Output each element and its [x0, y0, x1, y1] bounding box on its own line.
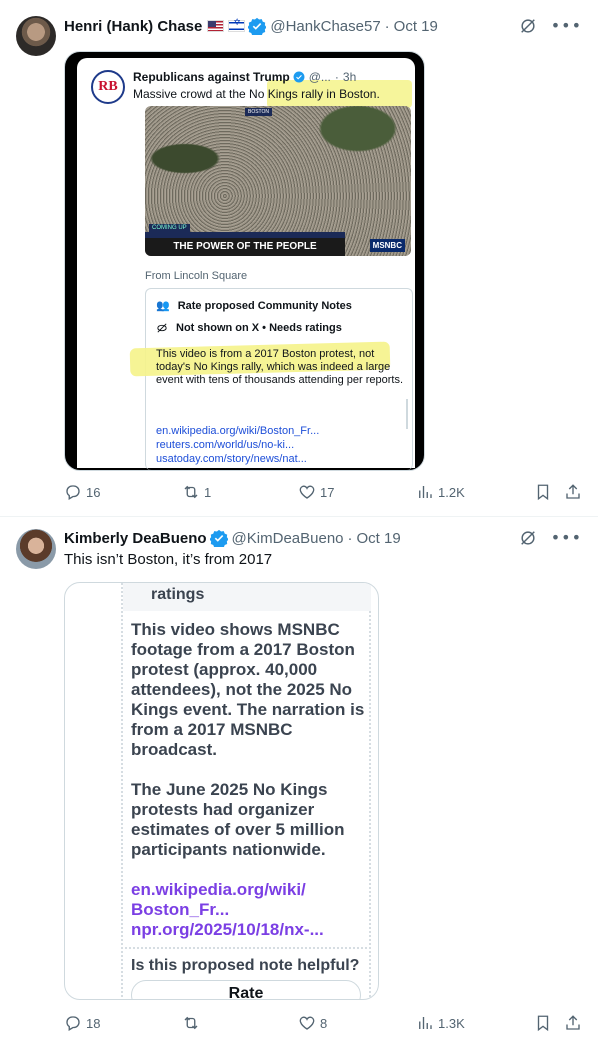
us-flag-icon [207, 20, 225, 32]
note-link: en.wikipedia.org/wiki/ [131, 880, 306, 899]
like-count: 8 [320, 1015, 328, 1031]
post-text: This isn’t Boston, it’s from 2017 [64, 551, 273, 568]
share-icon [566, 484, 580, 499]
reply-button[interactable]: 16 [64, 483, 100, 501]
post-hank-chase[interactable]: Henri (Hank) Chase @HankChase57 · Oct 19… [0, 0, 598, 517]
note-status-text: Not shown on X • Needs ratings [176, 322, 342, 334]
note-links: en.wikipedia.org/wiki/ Boston_Fr... npr.… [131, 880, 324, 940]
repost-count: 1 [204, 484, 212, 500]
views-button[interactable]: 1.2K [416, 483, 465, 501]
community-note-box: 👥 Rate proposed Community Notes Not show… [129, 288, 413, 470]
video-coming-up-label: COMING UP [149, 224, 190, 232]
video-location-label: BOSTON [245, 108, 273, 116]
crowd-video-frame: BOSTON COMING UP THE POWER OF THE PEOPLE… [145, 106, 411, 256]
author-handle[interactable]: @HankChase57 [270, 18, 380, 35]
author-name[interactable]: Henri (Hank) Chase [64, 18, 202, 35]
post-date[interactable]: Oct 19 [357, 530, 401, 547]
verified-badge-icon [248, 17, 267, 35]
helpful-question: Is this proposed note helpful? [131, 957, 360, 974]
more-options-icon[interactable]: ••• [551, 528, 582, 547]
post-media-image[interactable]: ratings This video shows MSNBC footage f… [64, 582, 379, 1000]
embedded-post-header: Republicans against Trump @... · 3h [133, 70, 357, 84]
note-paragraph: The June 2025 No Kings protests had orga… [131, 780, 345, 859]
note-link: Boston_Fr... [131, 900, 230, 919]
avatar[interactable] [16, 16, 56, 56]
reply-icon [66, 485, 80, 500]
bookmark-button[interactable] [534, 483, 552, 501]
share-button[interactable] [564, 483, 582, 501]
verified-badge-icon [293, 71, 305, 83]
author-name[interactable]: Kimberly DeaBueno [64, 530, 207, 547]
views-button[interactable]: 1.3K [416, 1014, 465, 1032]
note-links: en.wikipedia.org/wiki/Boston_Fr... reute… [156, 424, 319, 466]
note-title: 👥 Rate proposed Community Notes [156, 299, 352, 312]
reply-icon [66, 1016, 80, 1031]
embedded-post-time: 3h [342, 70, 357, 84]
verified-badge-icon [209, 529, 228, 547]
note-link: npr.org/2025/10/18/nx-... [131, 920, 324, 939]
separator-dot: · [384, 17, 390, 35]
reply-count: 16 [86, 484, 101, 500]
ratings-label: ratings [151, 586, 205, 603]
israel-flag-icon [228, 18, 246, 32]
post-date[interactable]: Oct 19 [394, 18, 438, 35]
bookmark-icon [537, 484, 549, 501]
note-status: Not shown on X • Needs ratings [156, 322, 342, 334]
republicans-against-trump-logo: RB [91, 70, 125, 104]
heart-icon [299, 1016, 315, 1030]
repost-button[interactable]: 1 [182, 483, 211, 501]
embedded-author-name: Republicans against Trump [133, 70, 290, 84]
note-body: This video shows MSNBC footage from a 20… [131, 620, 371, 860]
grok-icon[interactable] [519, 17, 537, 35]
note-paragraph: This video shows MSNBC footage from a 20… [131, 620, 365, 759]
share-icon [566, 1015, 580, 1030]
repost-icon [184, 485, 198, 499]
views-icon [419, 1017, 432, 1029]
scrollbar [406, 399, 408, 429]
embedded-post-text: Massive crowd at the No Kings rally in B… [133, 87, 380, 101]
embedded-author-handle: @... [308, 70, 331, 84]
views-icon [419, 486, 432, 498]
post-media-video[interactable]: RB Republicans against Trump @... · 3h M… [64, 51, 425, 471]
author-handle[interactable]: @KimDeaBueno [232, 530, 344, 547]
note-body: This video is from a 2017 Boston protest… [156, 348, 404, 386]
reply-button[interactable]: 18 [64, 1014, 100, 1032]
repost-button[interactable] [182, 1014, 204, 1032]
repost-icon [184, 1016, 198, 1030]
heart-icon [299, 485, 315, 499]
share-button[interactable] [564, 1014, 582, 1032]
bookmark-icon [537, 1015, 549, 1032]
post-actions: 16 1 17 1.2K [64, 482, 582, 502]
rate-button: Rate [131, 980, 361, 999]
post-header: Kimberly DeaBueno @KimDeaBueno · Oct 19 … [64, 528, 582, 548]
bookmark-button[interactable] [534, 1014, 552, 1032]
embedded-post-screenshot: RB Republicans against Trump @... · 3h M… [77, 58, 415, 470]
note-title-text: Rate proposed Community Notes [177, 299, 352, 312]
like-count: 17 [320, 484, 335, 500]
like-button[interactable]: 17 [298, 483, 334, 501]
video-banner-text: THE POWER OF THE PEOPLE [145, 238, 345, 256]
separator-dot: · [347, 529, 353, 547]
note-link: en.wikipedia.org/wiki/Boston_Fr... [156, 425, 320, 437]
msnbc-logo: MSNBC [369, 239, 405, 252]
view-count: 1.2K [438, 484, 465, 500]
grok-icon[interactable] [519, 529, 537, 547]
post-actions: 18 8 1.3K [64, 1013, 582, 1033]
divider [121, 947, 371, 949]
post-header: Henri (Hank) Chase @HankChase57 · Oct 19… [64, 16, 582, 36]
hidden-eye-icon [157, 323, 167, 333]
note-link: usatoday.com/story/news/nat... [156, 453, 307, 465]
note-link: reuters.com/world/us/no-ki... [156, 439, 295, 451]
view-count: 1.3K [438, 1015, 465, 1031]
from-label: From Lincoln Square [145, 270, 248, 282]
more-options-icon[interactable]: ••• [551, 16, 582, 35]
avatar[interactable] [16, 529, 56, 569]
people-icon: 👥 [156, 299, 170, 312]
like-button[interactable]: 8 [298, 1014, 327, 1032]
reply-count: 18 [86, 1015, 101, 1031]
